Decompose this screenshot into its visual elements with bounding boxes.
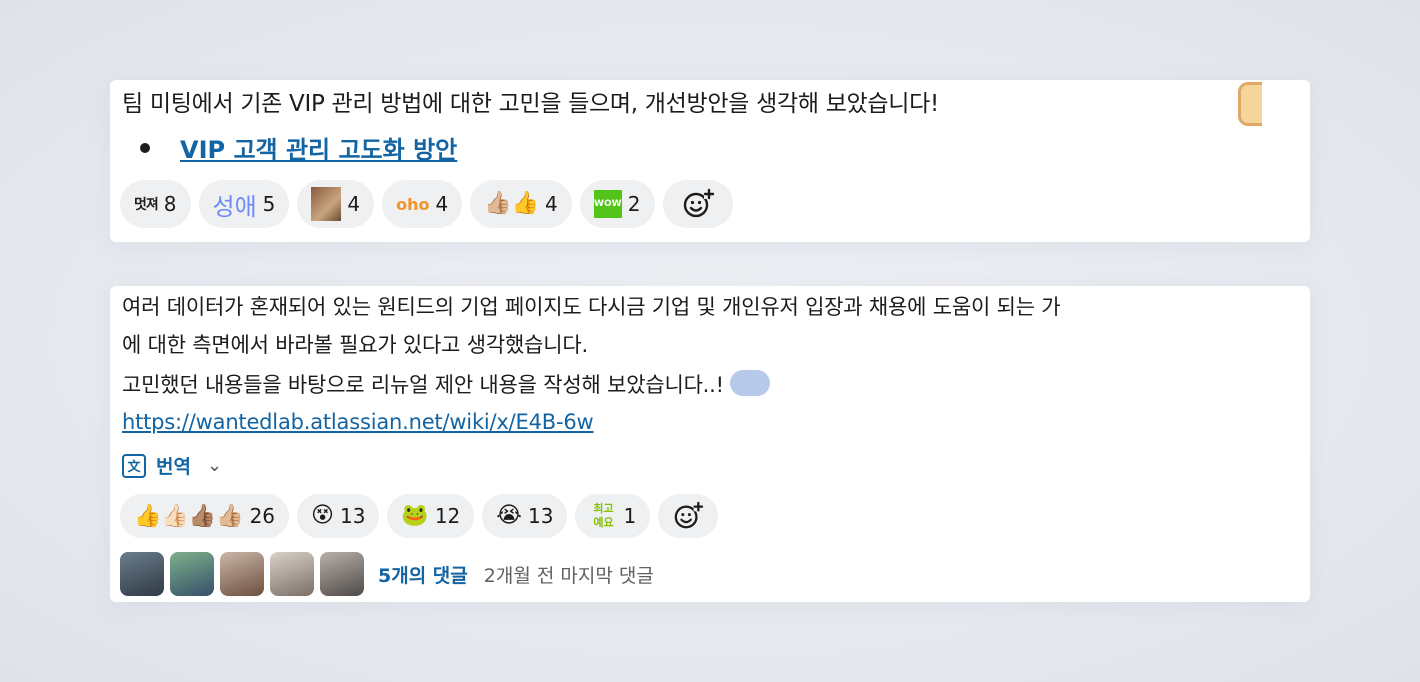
avatar[interactable]: [270, 552, 314, 596]
reaction-count: 4: [435, 192, 449, 216]
cloud-emoji-icon: [730, 370, 771, 396]
reaction-emoji-oho: oho: [396, 194, 430, 214]
reaction-emoji-mutjyeo: 멋져: [134, 197, 159, 213]
reaction-pill[interactable]: 😵 13: [297, 494, 380, 538]
avatar[interactable]: [320, 552, 364, 596]
crying-face-emoji-icon: 😭: [496, 503, 522, 528]
reaction-count: 4: [545, 192, 558, 216]
bullet-icon: [140, 143, 150, 153]
url-line: https://wantedlab.atlassian.net/wiki/x/E…: [122, 403, 594, 441]
reaction-pill[interactable]: 👍👍🏻👍🏽👍🏼 26: [120, 494, 290, 538]
thread-summary[interactable]: 5개의 댓글 2개월 전 마지막 댓글: [120, 552, 654, 596]
reaction-count: 13: [339, 504, 366, 528]
reaction-pill[interactable]: 성애 5: [198, 180, 290, 228]
message-text-line: 에 대한 측면에서 바라볼 필요가 있다고 생각했습니다.: [122, 333, 588, 357]
reaction-bar: 👍👍🏻👍🏽👍🏼 26 😵 13 🐸 12 😭 13 최고예요 1: [120, 494, 719, 538]
reaction-count: 26: [249, 504, 276, 528]
best-emoji-text: 최고예요: [593, 502, 614, 529]
reaction-pill[interactable]: 👍🏼👍 4: [470, 180, 572, 228]
reaction-pill[interactable]: WOW 2: [579, 180, 655, 228]
avatar[interactable]: [120, 552, 164, 596]
chevron-down-icon: ⌄: [206, 455, 223, 476]
message-card-1: 팀 미팅에서 기존 VIP 관리 방법에 대한 고민을 들으며, 개선방안을 생…: [110, 80, 1310, 242]
reaction-count: 8: [163, 192, 177, 216]
reaction-count: 4: [347, 192, 361, 216]
best-emoji-icon: 최고예요: [589, 499, 617, 533]
reaction-count: 13: [528, 504, 554, 528]
reaction-count: 1: [623, 504, 637, 528]
reaction-emoji-seongae: 성애: [212, 192, 257, 221]
bullet-list-item: VIP 고객 관리 고도화 방안: [140, 130, 457, 170]
add-reaction-button[interactable]: [658, 494, 719, 538]
dizzy-face-emoji-icon: 😵: [311, 503, 334, 528]
reaction-pill[interactable]: 멋져 8: [120, 180, 191, 228]
frog-emoji-icon: 🐸: [401, 503, 429, 528]
reaction-count: 12: [434, 504, 461, 528]
avatar[interactable]: [170, 552, 214, 596]
avatar[interactable]: [220, 552, 264, 596]
add-reaction-icon: [683, 188, 714, 218]
document-link[interactable]: VIP 고객 관리 고도화 방안: [180, 136, 457, 164]
message-text: 고민했던 내용들을 바탕으로 리뉴얼 제안 내용을 작성해 보았습니다..!: [122, 373, 724, 397]
thumbs-up-emoji-icon: 👍🏼👍: [484, 191, 540, 216]
reply-count-link[interactable]: 5개의 댓글: [378, 561, 468, 588]
reaction-pill[interactable]: 🐸 12: [387, 494, 475, 538]
translate-button[interactable]: 文 번역 ⌄: [122, 452, 222, 479]
wow-emoji-icon: WOW: [593, 190, 622, 218]
reaction-pill[interactable]: 4: [297, 180, 375, 228]
add-reaction-button[interactable]: [662, 180, 733, 228]
photo-emoji-icon: [311, 187, 342, 221]
message-card-2: 여러 데이터가 혼재되어 있는 원티드의 기업 페이지도 다시금 기업 및 개인…: [110, 286, 1310, 602]
message-text: 팀 미팅에서 기존 VIP 관리 방법에 대한 고민을 들으며, 개선방안을 생…: [122, 91, 939, 117]
message-text-line: 여러 데이터가 혼재되어 있는 원티드의 기업 페이지도 다시금 기업 및 개인…: [122, 295, 1061, 319]
reaction-pill[interactable]: 최고예요 1: [575, 494, 651, 538]
reaction-pill[interactable]: oho 4: [382, 180, 463, 228]
translate-icon: 文: [122, 453, 146, 478]
add-reaction-icon: [674, 501, 704, 529]
reaction-count: 5: [262, 192, 276, 216]
reaction-pill[interactable]: 😭 13: [482, 494, 568, 538]
reaction-bar: 멋져 8 성애 5 4 oho 4 👍🏼👍 4 WOW 2: [120, 180, 733, 228]
bread-emoji-icon: [1238, 82, 1262, 126]
thumbs-up-emoji-icon: 👍👍🏻👍🏽👍🏼: [134, 503, 244, 529]
reaction-count: 2: [627, 192, 641, 216]
message-text-line: 고민했던 내용들을 바탕으로 리뉴얼 제안 내용을 작성해 보았습니다..!: [122, 366, 771, 404]
wiki-link[interactable]: https://wantedlab.atlassian.net/wiki/x/E…: [122, 410, 594, 434]
last-reply-time: 2개월 전 마지막 댓글: [483, 564, 654, 587]
translate-label: 번역: [156, 456, 191, 478]
